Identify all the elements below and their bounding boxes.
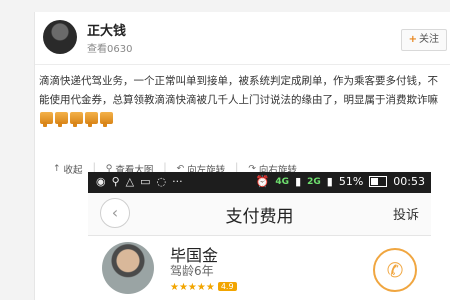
page-title: 支付费用 — [225, 207, 294, 227]
post-text-block: 滴滴快递代驾业务，一个正常叫单到接单，被系统判定成刷单，作为乘客要多付钱，不能使… — [39, 72, 447, 129]
network-2g: 2G — [307, 176, 321, 187]
battery-icon — [369, 176, 388, 187]
alarm-icon: ⏰ — [255, 175, 270, 188]
collapse-button[interactable]: ↑ 收起 — [53, 162, 83, 176]
user-subtitle: 查看0630 — [87, 44, 133, 55]
username[interactable]: 正大钱 — [87, 20, 126, 39]
rating-score: 4.9 — [217, 282, 237, 291]
follow-button[interactable]: + 关注 — [400, 29, 447, 51]
collapse-label: 收起 — [63, 165, 83, 176]
network-4g: 4G — [275, 176, 290, 187]
thumbs-down-icon — [100, 112, 113, 127]
post-header: 正大钱 查看0630 + 关注 — [35, 12, 450, 65]
driver-experience: 驾龄6年 — [170, 264, 214, 278]
complaint-button[interactable]: 投诉 — [393, 204, 419, 223]
status-time: 00:53 — [393, 175, 425, 188]
location-icon: ⚲ — [111, 175, 120, 188]
thumbs-down-icon — [85, 112, 98, 127]
driver-rating: ★★★★★ 4.9 — [170, 282, 237, 293]
star-icons: ★★★★★ — [170, 282, 215, 293]
phone-icon: ✆ — [386, 258, 404, 282]
message-icon: ▭ — [140, 175, 151, 188]
more-icon: ··· — [172, 175, 183, 188]
battery-percent: 51% — [338, 175, 364, 188]
signal-icon: ▮ — [326, 175, 333, 188]
app-icon: ◉ — [96, 175, 106, 188]
signal-icon: ▮ — [295, 175, 302, 188]
driver-photo — [102, 242, 154, 294]
thumbs-down-icon — [55, 112, 68, 127]
avatar[interactable] — [43, 20, 77, 54]
app-nav-bar: ‹ 支付费用 投诉 — [88, 193, 431, 236]
driver-card: 毕国金 驾龄6年 ★★★★★ 4.9 ✆ — [88, 236, 431, 300]
status-left-icons: ◉ ⚲ △ ▭ ◌ ··· — [96, 175, 183, 188]
chat-icon: ◌ — [156, 175, 167, 188]
follow-label: 关注 — [419, 34, 439, 45]
plus-icon: + — [408, 34, 417, 45]
status-right-icons: ⏰ 4G ▮ 2G ▮ 51% 00:53 — [256, 175, 425, 188]
post-text: 滴滴快递代驾业务，一个正常叫单到接单，被系统判定成刷单，作为乘客要多付钱，不能使… — [39, 75, 438, 106]
warning-icon: △ — [125, 175, 135, 188]
page-background: 正大钱 查看0630 + 关注 滴滴快递代驾业务，一个正常叫单到接单，被系统判定成… — [0, 0, 450, 300]
thumbs-down-icon — [40, 112, 53, 127]
call-button[interactable]: ✆ — [373, 248, 417, 292]
status-bar: ◉ ⚲ △ ▭ ◌ ··· ⏰ 4G ▮ 2G ▮ 51% 00:53 — [88, 172, 431, 193]
weibo-card: 正大钱 查看0630 + 关注 滴滴快递代驾业务，一个正常叫单到接单，被系统判定成… — [34, 12, 450, 300]
phone-screenshot[interactable]: ◉ ⚲ △ ▭ ◌ ··· ⏰ 4G ▮ 2G ▮ 51% 00:53 ‹ 支付… — [88, 172, 431, 300]
arrow-up-icon: ↑ — [53, 164, 61, 174]
thumbs-down-icon — [70, 112, 83, 127]
